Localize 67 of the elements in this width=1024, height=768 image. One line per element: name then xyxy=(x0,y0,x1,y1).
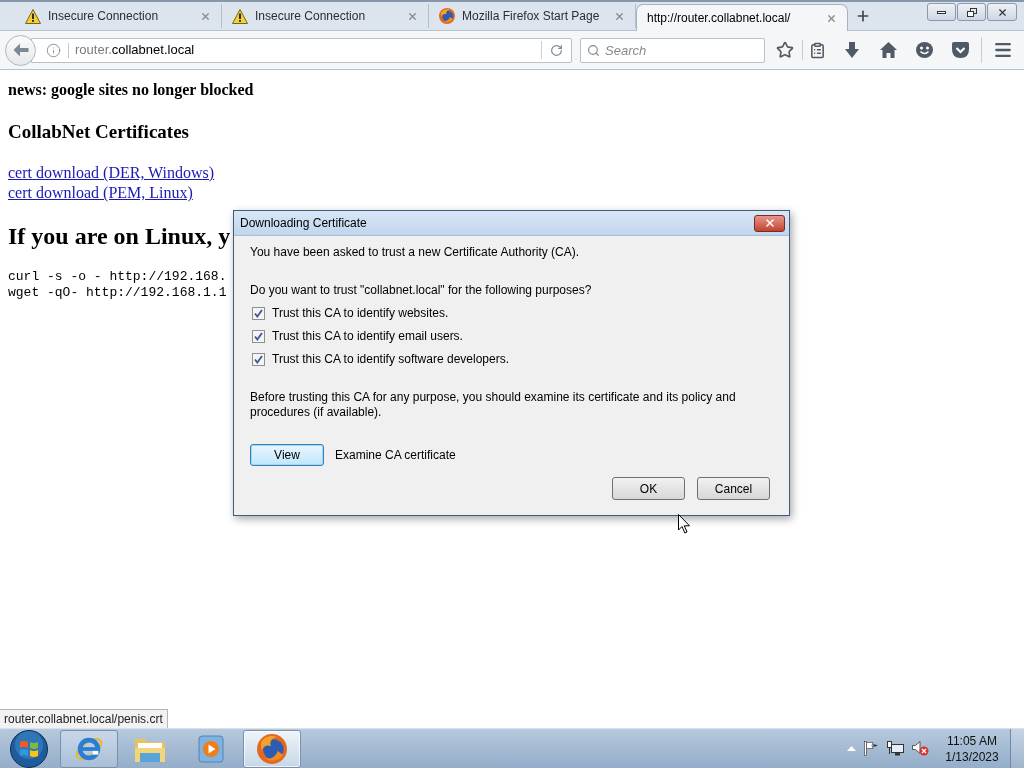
shield-chevron-icon[interactable] xyxy=(951,42,969,58)
view-caption: Examine CA certificate xyxy=(335,447,456,464)
flag-icon[interactable] xyxy=(864,741,879,756)
checkbox[interactable] xyxy=(252,307,265,320)
view-button[interactable]: View xyxy=(250,444,324,466)
download-link[interactable]: cert download (PEM, Linux) xyxy=(8,183,193,203)
warning-icon xyxy=(25,8,41,24)
command-line: curl -s -o - http://192.168. xyxy=(8,269,227,285)
browser-tab[interactable]: http://router.collabnet.local/ xyxy=(636,4,848,31)
dialog-title: Downloading Certificate xyxy=(240,215,367,232)
checkbox-label[interactable]: Trust this CA to identify websites. xyxy=(272,306,449,321)
close-button[interactable] xyxy=(987,3,1017,21)
speaker-muted-icon[interactable] xyxy=(912,741,929,756)
browser-tab[interactable]: Insecure Connection xyxy=(222,4,429,28)
minimize-icon xyxy=(937,10,946,14)
checkbox-label[interactable]: Trust this CA to identify software developers. xyxy=(272,352,509,367)
news-text: news: google sites no longer blocked xyxy=(8,80,254,100)
command-line: wget -qO- http://192.168.1.1 xyxy=(8,285,227,301)
dialog-intro-text: You have been asked to trust a new Certificate Authority (CA). xyxy=(250,245,581,260)
dialog-advice-text: Before trusting this CA for any purpose, you should examine its certificate and its policy and procedures (if available). xyxy=(250,390,737,420)
checkbox-label[interactable]: Trust this CA to identify email users. xyxy=(272,329,463,344)
globe-logo-icon xyxy=(439,8,455,24)
download-icon[interactable] xyxy=(845,42,859,58)
minimize-button[interactable] xyxy=(927,3,956,21)
mouse-pointer-icon xyxy=(678,514,691,534)
globe-logo-icon xyxy=(257,733,287,764)
back-button[interactable] xyxy=(5,34,36,66)
browser-tab[interactable]: Insecure Connection xyxy=(15,4,222,28)
new-tab-icon[interactable] xyxy=(855,8,871,24)
address-bar[interactable]: router.collabnet.local xyxy=(31,37,572,63)
dialog-button[interactable]: OK xyxy=(612,477,685,500)
home-icon[interactable] xyxy=(879,42,897,58)
taskbar-button[interactable] xyxy=(60,729,118,768)
menu-icon[interactable] xyxy=(993,40,1013,60)
close-icon xyxy=(996,6,1008,18)
smiley-icon[interactable] xyxy=(915,42,933,58)
browser-tab[interactable]: Mozilla Firefox Start Page xyxy=(429,4,636,28)
info-icon[interactable] xyxy=(46,42,61,58)
checkbox[interactable] xyxy=(252,330,265,343)
download-link[interactable]: cert download (DER, Windows) xyxy=(8,163,215,183)
search-field[interactable]: Search xyxy=(580,37,765,63)
close-icon[interactable] xyxy=(407,10,418,22)
play-icon xyxy=(198,734,224,763)
close-icon[interactable] xyxy=(614,10,625,22)
search-icon xyxy=(587,43,600,57)
back-arrow-icon xyxy=(12,43,29,57)
start-orb-icon[interactable] xyxy=(10,729,48,768)
checkbox[interactable] xyxy=(252,353,265,366)
clipboard-icon[interactable] xyxy=(808,41,826,59)
reload-icon[interactable] xyxy=(550,43,563,57)
linux-heading: If you are on Linux, y xyxy=(8,222,231,251)
restore-button[interactable] xyxy=(957,3,986,21)
star-icon[interactable] xyxy=(776,41,794,59)
warning-icon xyxy=(232,8,248,24)
url-text: router.collabnet.local xyxy=(75,41,195,60)
section-heading: CollabNet Certificates xyxy=(8,120,189,144)
dialog-question-text: Do you want to trust "collabnet.local" for the following purposes? xyxy=(250,283,593,298)
taskbar-button[interactable] xyxy=(243,729,301,768)
close-icon[interactable] xyxy=(200,10,211,22)
close-icon[interactable] xyxy=(826,12,837,24)
taskbar-clock[interactable]: 11:05 AM 1/13/2023 xyxy=(937,732,1007,765)
status-url-tooltip: router.collabnet.local/penis.crt xyxy=(0,709,168,728)
close-button[interactable] xyxy=(754,214,785,232)
restore-icon xyxy=(966,7,977,17)
close-icon xyxy=(763,217,776,229)
network-icon[interactable] xyxy=(887,741,904,756)
dialog-button[interactable]: Cancel xyxy=(697,477,770,500)
